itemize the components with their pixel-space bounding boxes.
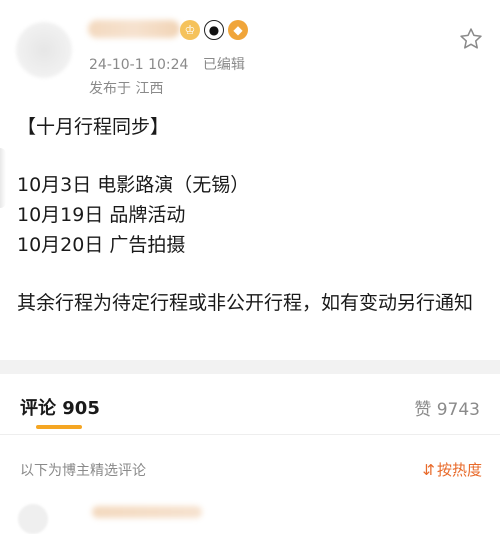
panda-badge-icon: ● xyxy=(204,20,224,40)
schedule-item: 10月3日 电影路演（无锡） xyxy=(17,174,250,196)
post-location: 发布于 江西 xyxy=(89,81,164,97)
post-title-line: 【十月行程同步】 xyxy=(17,116,170,138)
fish-badge-icon: ◆ xyxy=(228,20,248,40)
crown-badge-icon: ♔ xyxy=(180,20,200,40)
user-badges: ♔ ● ◆ xyxy=(180,20,248,40)
tab-likes[interactable]: 赞 9743 xyxy=(414,395,480,420)
star-icon[interactable] xyxy=(458,26,484,52)
tabs-row: 评论 905 赞 9743 xyxy=(0,374,500,434)
page-edge-shadow xyxy=(0,148,6,208)
comment-avatar[interactable] xyxy=(18,504,48,534)
post-meta: 24-10-1 10:24 已编辑 xyxy=(89,54,255,74)
avatar[interactable] xyxy=(16,22,72,78)
sort-by-hot-button[interactable]: ⇵ 按热度 xyxy=(422,459,482,480)
comment-username-blurred[interactable] xyxy=(92,506,202,518)
curated-comments-label: 以下为博主精选评论 xyxy=(20,463,146,479)
sort-icon: ⇵ xyxy=(422,460,435,479)
post-timestamp: 24-10-1 10:24 xyxy=(89,57,189,73)
edited-label: 已编辑 xyxy=(202,57,245,73)
post-note: 其余行程为待定行程或非公开行程，如有变动另行通知 xyxy=(17,292,474,314)
schedule-item: 10月19日 品牌活动 xyxy=(17,204,186,226)
schedule-item: 10月20日 广告拍摄 xyxy=(17,234,186,256)
post-header: ♔ ● ◆ 24-10-1 10:24 已编辑 发布于 江西 xyxy=(0,0,500,110)
username-blurred[interactable] xyxy=(88,20,180,38)
section-divider xyxy=(0,360,500,374)
active-tab-indicator xyxy=(36,425,82,429)
tabs-divider xyxy=(0,434,500,435)
schedule-list: 10月3日 电影路演（无锡） 10月19日 品牌活动 10月20日 广告拍摄 xyxy=(17,170,249,260)
tab-comments[interactable]: 评论 905 xyxy=(20,394,100,420)
sort-label: 按热度 xyxy=(436,461,482,479)
curated-comments-header: 以下为博主精选评论 ⇵ 按热度 xyxy=(0,436,500,486)
